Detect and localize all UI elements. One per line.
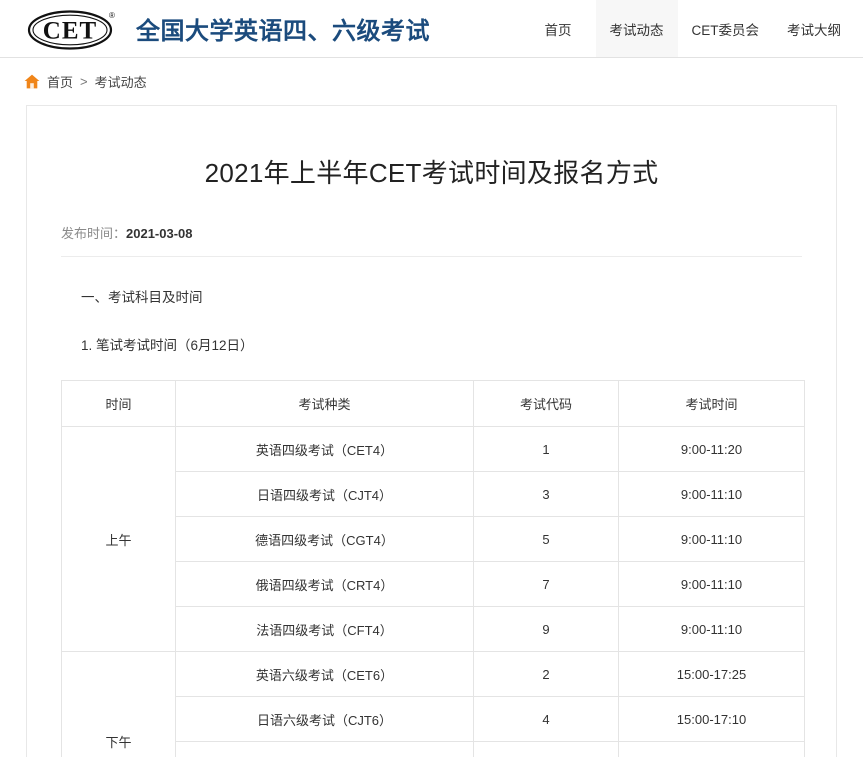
- exam-kind: 俄语四级考试（CRT4）: [175, 561, 474, 607]
- column-header-window: 考试时间: [618, 380, 805, 427]
- exam-kind: 法语四级考试（CFT4）: [175, 606, 474, 652]
- exam-code: 4: [473, 696, 619, 742]
- daypart-morning: 上午: [61, 426, 176, 652]
- home-icon: [24, 74, 40, 89]
- column-header-kind: 考试种类: [175, 380, 474, 427]
- exam-code: 3: [473, 471, 619, 517]
- breadcrumb-separator: >: [80, 74, 88, 89]
- exam-window: 9:00-11:10: [618, 561, 805, 607]
- exam-window: 9:00-11:20: [618, 426, 805, 472]
- column-header-time: 时间: [61, 380, 176, 427]
- section-heading: 一、考试科目及时间: [81, 290, 203, 305]
- exam-kind: 英语四级考试（CET4）: [175, 426, 474, 472]
- breadcrumb-current: 考试动态: [94, 75, 147, 90]
- exam-window: 9:00-11:10: [618, 606, 805, 652]
- sub-heading: 1. 笔试考试时间（6月12日）: [81, 338, 254, 353]
- exam-code: 6: [473, 741, 619, 757]
- publish-meta: 发布时间：2021-03-08: [61, 223, 802, 257]
- nav-item-exam-syllabus[interactable]: 考试大纲: [773, 0, 863, 57]
- svg-text:CET: CET: [43, 17, 97, 44]
- exam-code: 9: [473, 606, 619, 652]
- page-title: 2021年上半年CET考试时间及报名方式: [204, 158, 659, 188]
- exam-kind: 英语六级考试（CET6）: [175, 651, 474, 697]
- nav-item-cet-committee[interactable]: CET委员会: [678, 0, 774, 57]
- exam-window: 9:00-11:10: [618, 516, 805, 562]
- table-row: 上午 英语四级考试（CET4） 1 9:00-11:20: [61, 426, 805, 652]
- breadcrumb: 首页 > 考试动态: [0, 58, 863, 105]
- exam-code: 2: [473, 651, 619, 697]
- svg-text:®: ®: [109, 11, 115, 20]
- nav-item-home[interactable]: 首页: [527, 0, 596, 57]
- publish-date: 2021-03-08: [126, 226, 193, 241]
- exam-kind: 德语六级考试（CGT6）: [175, 741, 474, 757]
- main-nav: 首页 考试动态 CET委员会 考试大纲: [527, 0, 863, 57]
- article-card: 2021年上半年CET考试时间及报名方式 发布时间：2021-03-08 一、考…: [26, 105, 837, 757]
- site-header: CET ® 全国大学英语四、六级考试 首页 考试动态 CET委员会 考试大纲: [0, 0, 863, 58]
- exam-code: 7: [473, 561, 619, 607]
- site-name: 全国大学英语四、六级考试: [136, 18, 430, 45]
- publish-label: 发布时间：: [61, 226, 127, 241]
- exam-code: 1: [473, 426, 619, 472]
- cet-logo-icon: CET ®: [26, 7, 122, 51]
- breadcrumb-home-link[interactable]: 首页: [47, 72, 73, 91]
- exam-window: 15:00-17:10: [618, 696, 805, 742]
- table-row: 下午 英语六级考试（CET6） 2 15:00-17:25: [61, 651, 805, 757]
- exam-window: 9:00-11:10: [618, 471, 805, 517]
- column-header-code: 考试代码: [473, 380, 619, 427]
- exam-code: 5: [473, 516, 619, 562]
- brand-block[interactable]: CET ® 全国大学英语四、六级考试: [26, 7, 430, 51]
- exam-window: 15:00-17:10: [618, 741, 805, 757]
- nav-item-exam-news[interactable]: 考试动态: [595, 0, 678, 57]
- daypart-afternoon: 下午: [61, 651, 176, 757]
- exam-schedule-table: 时间 考试种类 考试代码 考试时间 上午 英语四级考试（CET4） 1 9:00…: [61, 380, 805, 757]
- table-header-row: 时间 考试种类 考试代码 考试时间: [61, 380, 805, 427]
- exam-kind: 德语四级考试（CGT4）: [175, 516, 474, 562]
- exam-window: 15:00-17:25: [618, 651, 805, 697]
- exam-kind: 日语四级考试（CJT4）: [175, 471, 474, 517]
- exam-kind: 日语六级考试（CJT6）: [175, 696, 474, 742]
